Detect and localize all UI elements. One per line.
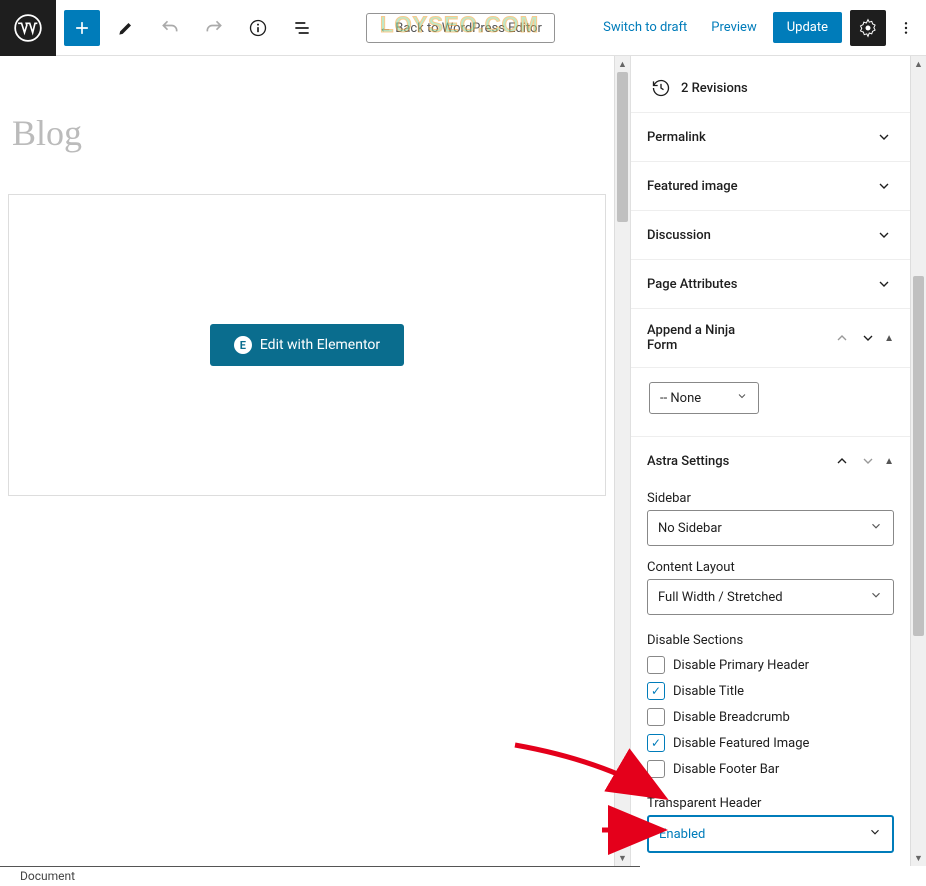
history-icon <box>651 78 671 98</box>
sidebar-select[interactable]: No Sidebar <box>647 510 894 546</box>
elementor-label: Edit with Elementor <box>260 337 380 353</box>
content-layout-label: Content Layout <box>647 560 894 575</box>
discussion-panel[interactable]: Discussion <box>631 210 910 259</box>
checkbox[interactable] <box>647 708 665 726</box>
switch-to-draft-link[interactable]: Switch to draft <box>595 14 695 41</box>
add-block-button[interactable] <box>64 10 100 46</box>
revisions-row[interactable]: 2 Revisions <box>631 56 910 112</box>
chevron-down-icon[interactable] <box>858 328 878 348</box>
chevron-up-icon[interactable] <box>832 328 852 348</box>
content-placeholder: E Edit with Elementor <box>8 194 606 496</box>
scrollbar-thumb[interactable] <box>617 72 628 222</box>
scrollbar-thumb[interactable] <box>913 276 924 636</box>
scrollbar-up-icon[interactable]: ▲ <box>911 56 926 72</box>
revisions-count: 2 Revisions <box>681 81 748 96</box>
page-attributes-panel[interactable]: Page Attributes <box>631 259 910 308</box>
elementor-icon: E <box>234 336 252 354</box>
disable-primary-header-row[interactable]: Disable Primary Header <box>647 656 894 674</box>
settings-gear-button[interactable] <box>850 10 886 46</box>
collapse-up-icon[interactable]: ▲ <box>884 456 894 467</box>
ninja-form-panel[interactable]: Append a Ninja Form ▲ <box>631 308 910 367</box>
chevron-down-icon <box>869 519 883 537</box>
editor-canvas[interactable]: Blog E Edit with Elementor <box>0 56 614 866</box>
sidebar-scrollbar[interactable]: ▲ ▼ <box>910 56 926 866</box>
disable-title-row[interactable]: ✓ Disable Title <box>647 682 894 700</box>
topbar: ← Back to WordPress Editor Switch to dra… <box>0 0 926 56</box>
footer-breadcrumb[interactable]: Document <box>0 866 640 886</box>
chevron-down-icon <box>874 225 894 245</box>
transparent-header-select[interactable]: Enabled <box>647 815 894 853</box>
scrollbar-down-icon[interactable]: ▼ <box>911 850 926 866</box>
chevron-down-icon <box>736 390 748 406</box>
disable-featured-image-row[interactable]: ✓ Disable Featured Image <box>647 734 894 752</box>
redo-button[interactable] <box>196 10 232 46</box>
body: Blog E Edit with Elementor ▲ ▼ 2 Revisio… <box>0 56 926 866</box>
scrollbar-down-icon[interactable]: ▼ <box>615 850 630 866</box>
collapse-up-icon[interactable]: ▲ <box>884 333 894 344</box>
chevron-down-icon <box>874 274 894 294</box>
scrollbar-up-icon[interactable]: ▲ <box>615 56 630 72</box>
chevron-down-icon <box>874 176 894 196</box>
chevron-down-icon <box>869 588 883 606</box>
edit-mode-button[interactable] <box>108 10 144 46</box>
permalink-panel[interactable]: Permalink <box>631 112 910 161</box>
content-layout-select[interactable]: Full Width / Stretched <box>647 579 894 615</box>
preview-link[interactable]: Preview <box>703 14 764 41</box>
settings-sidebar: 2 Revisions Permalink Featured image Dis… <box>630 56 910 866</box>
checkbox-checked[interactable]: ✓ <box>647 734 665 752</box>
checkbox[interactable] <box>647 760 665 778</box>
wp-logo[interactable] <box>0 0 56 56</box>
update-button[interactable]: Update <box>773 12 842 43</box>
info-button[interactable] <box>240 10 276 46</box>
chevron-down-icon <box>868 825 882 843</box>
undo-button[interactable] <box>152 10 188 46</box>
sidebar-field-label: Sidebar <box>647 491 894 506</box>
edit-with-elementor-button[interactable]: E Edit with Elementor <box>210 324 404 366</box>
transparent-header-label: Transparent Header <box>647 796 894 811</box>
page-title[interactable]: Blog <box>12 112 606 154</box>
disable-sections-label: Disable Sections <box>647 633 894 648</box>
outline-button[interactable] <box>284 10 320 46</box>
back-to-wp-button[interactable]: ← Back to WordPress Editor <box>366 13 555 43</box>
chevron-up-icon[interactable] <box>832 451 852 471</box>
editor-scrollbar[interactable]: ▲ ▼ <box>614 56 630 866</box>
ninja-form-select[interactable]: -- None <box>649 382 759 414</box>
disable-footer-bar-row[interactable]: Disable Footer Bar <box>647 760 894 778</box>
featured-image-panel[interactable]: Featured image <box>631 161 910 210</box>
checkbox-checked[interactable]: ✓ <box>647 682 665 700</box>
chevron-down-icon[interactable] <box>858 451 878 471</box>
astra-settings-panel[interactable]: Astra Settings ▲ <box>631 436 910 485</box>
chevron-down-icon <box>874 127 894 147</box>
disable-breadcrumb-row[interactable]: Disable Breadcrumb <box>647 708 894 726</box>
more-options-button[interactable] <box>894 10 918 46</box>
checkbox[interactable] <box>647 656 665 674</box>
